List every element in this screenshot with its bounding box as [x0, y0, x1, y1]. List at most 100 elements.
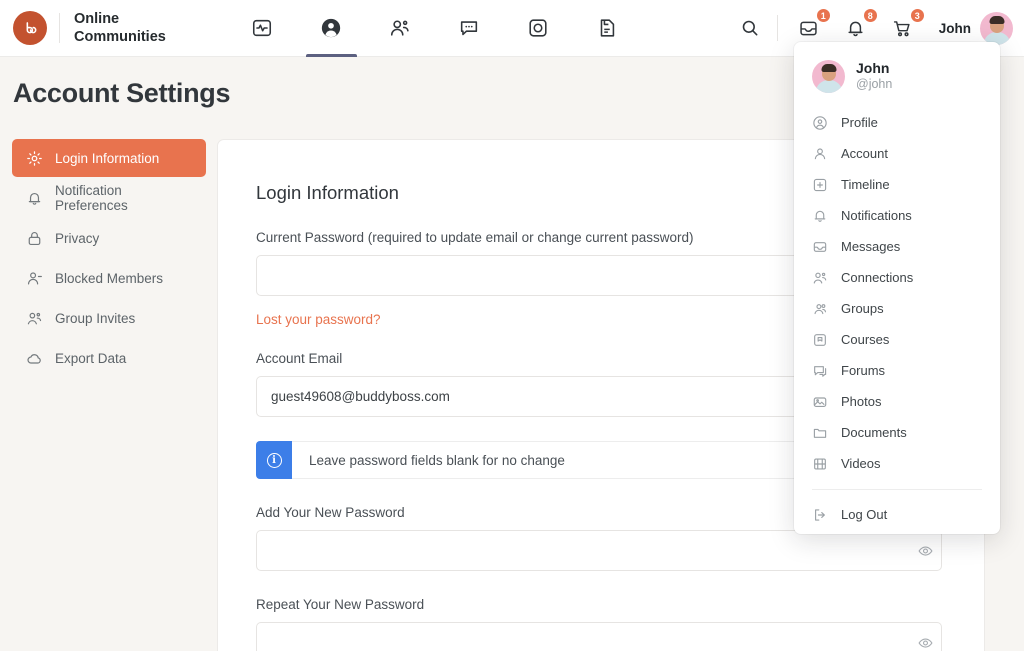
dropdown-item-messages[interactable]: Messages [794, 231, 1000, 262]
sidebar-item-blocked-members[interactable]: Blocked Members [12, 259, 206, 297]
lock-icon [28, 231, 41, 245]
connections-icon [813, 272, 827, 283]
photos-icon [813, 396, 827, 407]
dropdown-item-label: Messages [841, 239, 901, 254]
timeline-icon [813, 178, 827, 191]
dropdown-item-label: Profile [841, 115, 878, 130]
document-icon [601, 19, 615, 37]
sidebar-item-label: Export Data [55, 350, 127, 366]
dropdown-item-photos[interactable]: Photos [794, 386, 1000, 417]
dropdown-item-label: Log Out [841, 507, 888, 522]
dropdown-user-handle: @john [856, 77, 893, 92]
dropdown-item-label: Timeline [841, 177, 890, 192]
dropdown-item-logout[interactable]: Log Out [794, 499, 1000, 530]
sidebar-item-export-data[interactable]: Export Data [12, 339, 206, 377]
groups-icon [814, 303, 827, 314]
cart-button[interactable]: 3 [886, 8, 925, 45]
dropdown-item-account[interactable]: Account [794, 138, 1000, 169]
dropdown-item-label: Forums [841, 363, 886, 378]
repeat-password-label: Repeat Your New Password [256, 597, 425, 612]
page-title: Account Settings [13, 78, 231, 108]
sidebar-item-login-information[interactable]: Login Information [12, 139, 206, 177]
search-button[interactable] [733, 11, 767, 45]
info-icon: i [256, 441, 292, 479]
sidebar-item-privacy[interactable]: Privacy [12, 219, 206, 257]
dropdown-item-timeline[interactable]: Timeline [794, 169, 1000, 200]
profile-circle-icon [813, 115, 827, 130]
dropdown-item-label: Notifications [841, 208, 912, 223]
bell-icon [848, 21, 863, 36]
eye-icon[interactable] [918, 635, 933, 650]
nav-item-documents[interactable] [573, 0, 642, 57]
sidebar-item-notification-preferences[interactable]: Notification Preferences [12, 179, 206, 217]
dropdown-item-label: Connections [841, 270, 914, 285]
profile-icon [322, 18, 341, 38]
sidebar-item-label: Login Information [55, 150, 160, 166]
nav-item-messages[interactable] [435, 0, 504, 57]
sidebar-item-label: Privacy [55, 230, 100, 246]
eye-icon[interactable] [918, 543, 933, 558]
dropdown-item-notifications[interactable]: Notifications [794, 200, 1000, 231]
notifications-badge: 8 [862, 8, 878, 23]
dropdown-item-groups[interactable]: Groups [794, 293, 1000, 324]
header-divider [776, 15, 778, 41]
dropdown-item-documents[interactable]: Documents [794, 417, 1000, 448]
members-icon [391, 20, 410, 36]
videos-icon [814, 457, 826, 470]
brand-line-1: Online [74, 10, 120, 27]
cart-icon [894, 20, 910, 36]
nav-item-profile[interactable] [297, 0, 366, 57]
new-password-field-wrap [256, 530, 946, 571]
brand[interactable]: Online Communities [0, 10, 166, 46]
dropdown-item-label: Groups [841, 301, 884, 316]
dropdown-item-profile[interactable]: Profile [794, 107, 1000, 138]
notifications-button[interactable]: 8 [839, 8, 878, 45]
groups-icon [529, 19, 547, 37]
lost-password-link[interactable]: Lost your password? [256, 312, 381, 327]
dropdown-item-label: Courses [841, 332, 890, 347]
dropdown-item-forums[interactable]: Forums [794, 355, 1000, 386]
activity-icon [253, 19, 272, 37]
messages-icon [461, 21, 478, 36]
dropdown-item-videos[interactable]: Videos [794, 448, 1000, 479]
dropdown-item-label: Documents [841, 425, 907, 440]
dropdown-item-label: Videos [841, 456, 881, 471]
bell-icon [814, 210, 826, 222]
settings-sidebar: Login Information Notification Preferenc… [12, 139, 206, 379]
nav-item-activity[interactable] [228, 0, 297, 57]
forums-icon [814, 365, 827, 377]
new-password-input[interactable] [256, 530, 942, 571]
sidebar-item-label: Notification Preferences [55, 183, 128, 213]
nav-item-groups[interactable] [504, 0, 573, 57]
repeat-password-input[interactable] [256, 622, 942, 651]
inbox-button[interactable]: 1 [792, 8, 831, 45]
user-dropdown-menu: John @john Profile Account Timeline Noti… [794, 42, 1000, 534]
avatar [812, 60, 845, 93]
primary-nav [228, 0, 642, 57]
dropdown-item-courses[interactable]: Courses [794, 324, 1000, 355]
nav-item-members[interactable] [366, 0, 435, 57]
brand-name: Online Communities [74, 10, 166, 46]
dropdown-item-label: Photos [841, 394, 882, 409]
user-menu-button[interactable]: John [933, 11, 1013, 45]
messages-icon [813, 241, 827, 252]
sidebar-item-label: Blocked Members [55, 270, 164, 286]
documents-icon [813, 428, 827, 438]
gear-icon [27, 150, 42, 166]
user-icon [814, 147, 826, 159]
dropdown-user-header[interactable]: John @john [794, 60, 1000, 107]
dropdown-item-connections[interactable]: Connections [794, 262, 1000, 293]
user-block-icon [27, 271, 42, 284]
cart-badge: 3 [909, 8, 925, 23]
brand-line-2: Communities [74, 29, 166, 45]
users-icon [27, 312, 42, 324]
logout-icon [815, 508, 825, 521]
courses-icon [814, 333, 826, 346]
cloud-icon [27, 353, 41, 364]
dropdown-item-label: Account [841, 146, 888, 161]
sidebar-item-group-invites[interactable]: Group Invites [12, 299, 206, 337]
brand-divider [59, 13, 60, 43]
inbox-icon [800, 21, 817, 35]
buddyboss-logo-icon [13, 11, 47, 45]
repeat-password-field-wrap [256, 622, 946, 651]
